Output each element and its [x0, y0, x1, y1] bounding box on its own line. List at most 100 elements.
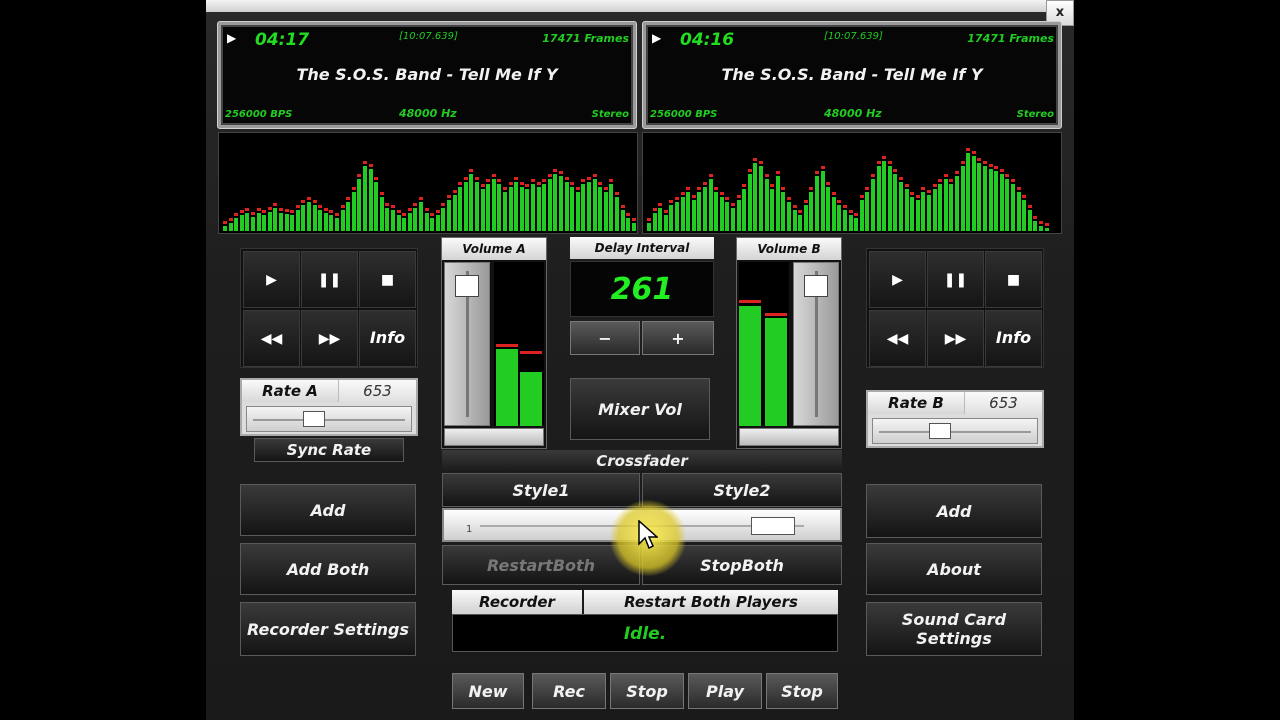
recorder-play-button[interactable]: Play	[688, 673, 762, 709]
spectrum-b-bar	[753, 163, 758, 231]
deck-b-display: ▶ 04:16 [10:07.639] 17471 Frames The S.O…	[643, 22, 1061, 128]
player-stop-button[interactable]: Stop	[766, 673, 838, 709]
volume-a-fader-thumb[interactable]	[455, 274, 479, 297]
deck-a-pause-button[interactable]: ❚❚	[301, 251, 358, 308]
spectrum-b-peak	[753, 158, 758, 162]
recorder-settings-button[interactable]: Recorder Settings	[240, 602, 416, 656]
spectrum-a-bar	[234, 218, 239, 231]
deck-a-stop-button[interactable]: ■	[359, 251, 416, 308]
spectrum-b-peak	[1033, 215, 1038, 219]
sound-card-settings-button[interactable]: Sound Card Settings	[866, 602, 1042, 656]
crossfader-thumb[interactable]	[751, 517, 796, 535]
spectrum-b-peak	[949, 179, 954, 183]
spectrum-b-bar	[792, 210, 797, 231]
spectrum-b-bar	[826, 186, 831, 231]
spectrum-a-peak	[228, 218, 233, 222]
rate-a-slider[interactable]	[246, 406, 412, 432]
spectrum-b-peak	[1027, 205, 1032, 209]
spectrum-a-peak	[430, 213, 435, 216]
volume-b-fader[interactable]	[793, 262, 839, 426]
volume-a-peak-left	[496, 344, 518, 348]
spectrum-b-bar	[876, 166, 881, 231]
volume-b-balance[interactable]	[739, 428, 839, 446]
spectrum-a-peak	[491, 174, 496, 177]
spectrum-a-peak	[318, 205, 323, 209]
spectrum-b-bar	[719, 197, 724, 231]
spectrum-a-peak	[458, 181, 463, 185]
sync-rate-button[interactable]: Sync Rate	[254, 438, 404, 462]
restart-both-button[interactable]: RestartBoth	[442, 545, 640, 585]
deck-b-rewind-button[interactable]: ◀◀	[869, 310, 926, 367]
spectrum-a-bar	[441, 207, 446, 231]
spectrum-b-bar	[943, 179, 948, 231]
deck-b-play-button[interactable]: ▶	[869, 251, 926, 308]
deck-b-info-button[interactable]: Info	[985, 310, 1042, 367]
spectrum-a-peak	[391, 205, 395, 209]
deck-a-forward-button[interactable]: ▶▶	[301, 310, 358, 367]
add-b-button[interactable]: Add	[866, 484, 1042, 538]
spectrum-b-bar	[652, 212, 657, 231]
spectrum-a-peak	[514, 176, 519, 180]
deck-a-info-button[interactable]: Info	[359, 310, 416, 367]
spectrum-b-bar	[697, 192, 702, 231]
spectrum-b-peak	[770, 184, 775, 188]
recorder-new-button[interactable]: New	[452, 673, 524, 709]
rate-a-slider-thumb[interactable]	[303, 411, 326, 427]
spectrum-a-bar	[256, 212, 261, 231]
tab-recorder[interactable]: Recorder	[452, 590, 582, 614]
deck-b-stop-button[interactable]: ■	[985, 251, 1042, 308]
spectrum-a-bar	[435, 215, 440, 231]
spectrum-a-bar	[542, 184, 547, 231]
spectrum-a-peak	[223, 220, 227, 224]
spectrum-a-bar	[385, 207, 390, 231]
deck-b-pause-button[interactable]: ❚❚	[927, 251, 984, 308]
volume-b-fader-thumb[interactable]	[804, 274, 828, 297]
spectrum-a-peak	[508, 181, 513, 185]
volume-b-meter	[739, 262, 789, 426]
spectrum-b-peak	[708, 174, 713, 177]
spectrum-a-peak	[575, 187, 580, 190]
spectrum-b-bar	[663, 215, 668, 231]
spectrum-a-peak	[239, 210, 244, 214]
style2-button[interactable]: Style2	[642, 473, 842, 507]
spectrum-a-peak	[273, 202, 278, 206]
spectrum-b-peak	[955, 171, 959, 175]
rewind-icon: ◀◀	[886, 331, 909, 347]
deck-b-forward-button[interactable]: ▶▶	[927, 310, 984, 367]
add-a-button[interactable]: Add	[240, 484, 416, 536]
spectrum-a-peak	[407, 207, 412, 211]
recorder-stop-button[interactable]: Stop	[610, 673, 684, 709]
spectrum-a-bar	[581, 184, 586, 231]
volume-a-balance[interactable]	[444, 428, 544, 446]
spectrum-a-bar	[295, 210, 300, 231]
spectrum-b-peak	[1016, 187, 1021, 190]
about-button[interactable]: About	[866, 543, 1042, 595]
delay-plus-button[interactable]: +	[642, 321, 714, 355]
spectrum-a-bar	[351, 192, 356, 231]
spectrum-a-peak	[587, 176, 591, 180]
deck-b-frames: 17471 Frames	[967, 32, 1054, 45]
spectrum-b-bar	[955, 176, 959, 231]
spectrum-b-bar	[887, 166, 892, 231]
deck-a-play-button[interactable]: ▶	[243, 251, 300, 308]
spectrum-a-bar	[307, 202, 311, 231]
spectrum-b-bar	[893, 173, 898, 231]
spectrum-b-peak	[943, 174, 948, 177]
rate-b-slider[interactable]	[872, 418, 1038, 444]
volume-a-fader[interactable]	[444, 262, 490, 426]
volume-a-panel: Volume A	[441, 237, 547, 449]
add-both-button[interactable]: Add Both	[240, 543, 416, 595]
mixer-vol-button[interactable]: Mixer Vol	[570, 378, 710, 440]
rate-b-slider-thumb[interactable]	[929, 423, 952, 439]
style1-button[interactable]: Style1	[442, 473, 640, 507]
spectrum-a-bar	[267, 211, 272, 231]
tab-restart-both-players[interactable]: Restart Both Players	[584, 590, 838, 614]
delay-minus-button[interactable]: −	[570, 321, 640, 355]
spectrum-b-peak	[988, 163, 993, 167]
deck-a-rewind-button[interactable]: ◀◀	[243, 310, 300, 367]
spectrum-b-bar	[831, 197, 836, 231]
spectrum-a-peak	[480, 184, 485, 188]
recorder-rec-button[interactable]: Rec	[532, 673, 606, 709]
spectrum-b-bar	[921, 192, 926, 231]
spectrum-b-peak	[647, 218, 651, 222]
